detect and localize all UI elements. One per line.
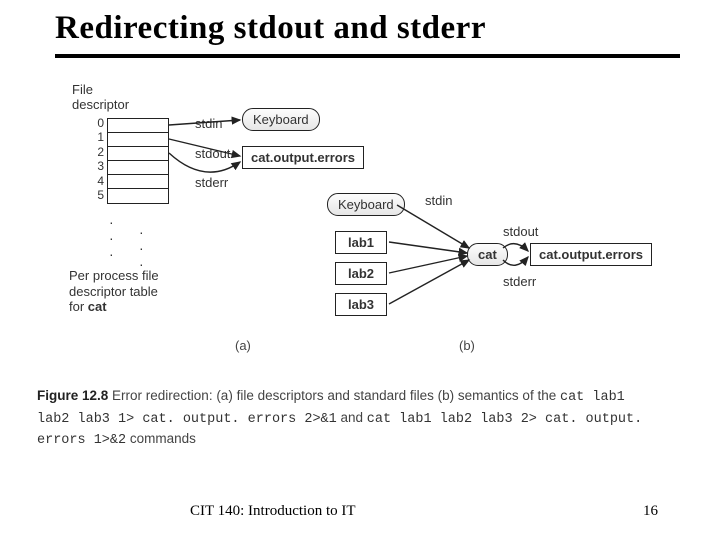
keyboard-a: Keyboard	[242, 108, 320, 131]
subcaption-b: (b)	[459, 338, 475, 353]
figure-caption: Figure 12.8 Error redirection: (a) file …	[37, 386, 657, 451]
label-stdout-b: stdout	[503, 224, 538, 239]
footer-course: CIT 140: Introduction to IT	[190, 503, 356, 520]
lab2-box: lab2	[335, 262, 387, 285]
keyboard-b: Keyboard	[327, 193, 405, 216]
label-stderr-b: stderr	[503, 274, 536, 289]
fd-table	[107, 118, 169, 204]
coe-a: cat.output.errors	[242, 146, 364, 169]
label-stdin-b: stdin	[425, 193, 452, 208]
perproc-caption: Per process file descriptor table for ca…	[69, 268, 159, 315]
subcaption-a: (a)	[235, 338, 251, 353]
fd-numbers: 0 1 2 3 4 5	[92, 116, 104, 203]
title-divider	[55, 54, 680, 58]
dots-a: ···	[109, 214, 116, 262]
footer-page-number: 16	[643, 503, 658, 520]
figure-12-8: File descriptor 0 1 2 3 4 5 ··· ··· Per …	[37, 76, 652, 376]
dots-b: ···	[139, 224, 146, 272]
lab1-box: lab1	[335, 231, 387, 254]
fd-label: File descriptor	[72, 82, 129, 112]
label-stdin-a: stdin	[195, 116, 222, 131]
label-stderr-a: stderr	[195, 175, 228, 190]
lab3-box: lab3	[335, 293, 387, 316]
coe-b: cat.output.errors	[530, 243, 652, 266]
slide-title: Redirecting stdout and stderr	[55, 10, 680, 48]
cat-node: cat	[467, 243, 508, 266]
label-stdout-a: stdout	[195, 146, 230, 161]
